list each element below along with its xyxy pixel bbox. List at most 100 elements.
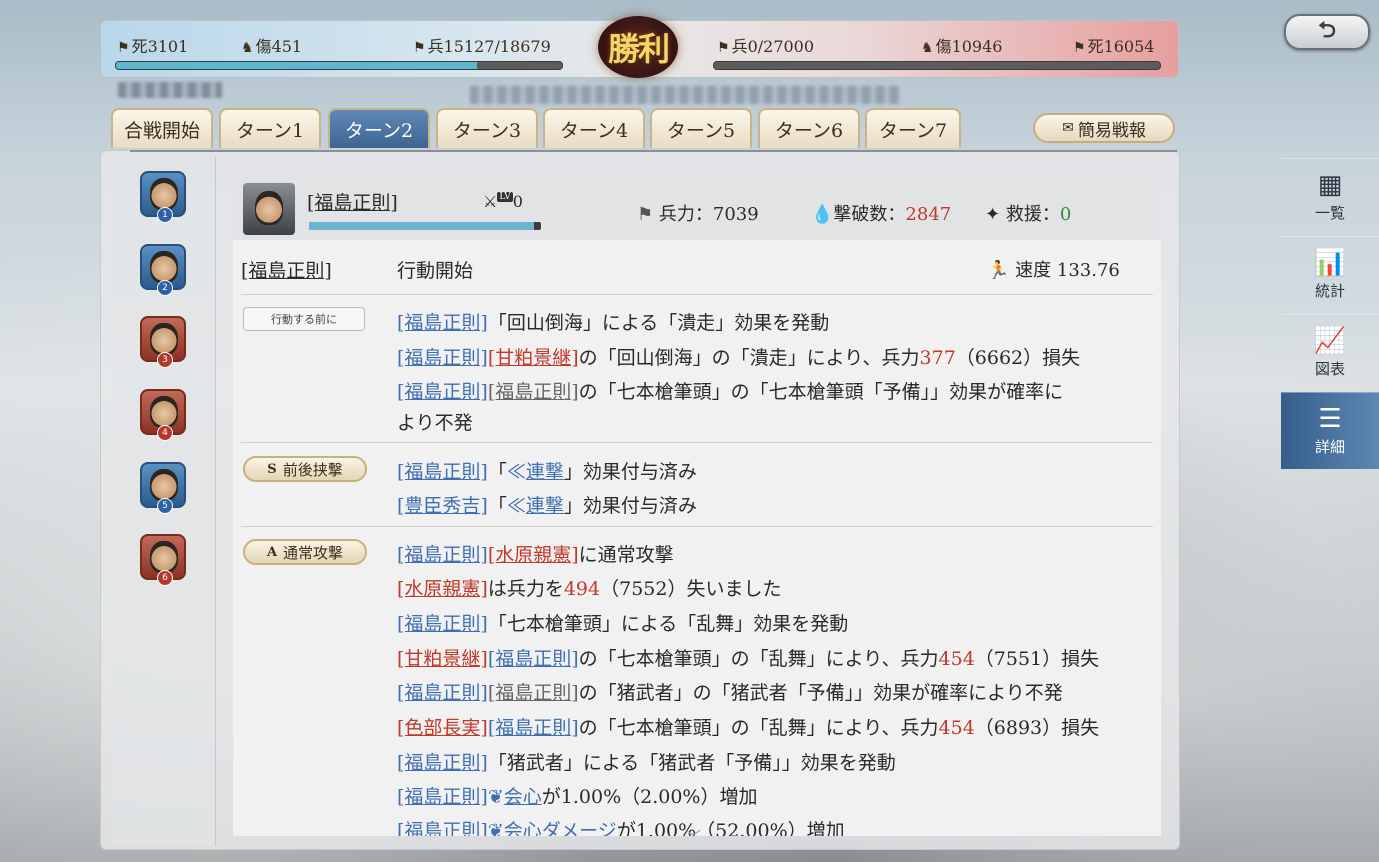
portrait-face [150,469,178,501]
enemy-injured: ♞ 傷10946 [921,33,1002,57]
tab-turn-5[interactable]: ターン5 [650,108,752,148]
unit-name[interactable]: [福島正則] [397,544,488,566]
tab-turn-3[interactable]: ターン3 [436,108,538,148]
log-line: [福島正則][甘粕景継]の「回山倒海」の「潰走」により、兵力377（6662）損… [397,343,1080,370]
section-before-action: 行動する前に [243,307,365,331]
log-line: [福島正則][福島正則]の「七本槍筆頭」の「七本槍筆頭「予備」」効果が確率に [397,377,1063,404]
sidebar-item-statistics[interactable]: 📊 統計 [1281,236,1379,313]
status-effect-name[interactable]: 連撃 [526,461,564,483]
s-rank-icon: S [267,461,277,477]
unit-portrait-5[interactable]: 5 [140,462,186,514]
unit-name[interactable]: [福島正則] [397,347,488,369]
unit-name[interactable]: [福島正則] [397,820,488,836]
log-text: は兵力を [487,578,564,600]
log-text: 」効果付与済み [563,495,697,517]
damage-value: 377 [919,347,956,369]
tab-turn-7[interactable]: ターン7 [865,108,961,148]
enemy-unit-name[interactable]: [水原親憲] [397,578,488,600]
portrait-number: 6 [157,570,173,586]
unit-name[interactable]: [福島正則] [397,682,488,704]
unit-header-portrait [243,183,295,235]
mail-icon: ✉ [1062,120,1074,136]
unit-name[interactable]: [福島正則] [397,461,488,483]
back-arrow-icon: ⮌ [1318,17,1336,43]
damage-value: 494 [563,578,601,600]
unit-portrait-1[interactable]: 1 [140,171,186,223]
tab-turn-1[interactable]: ターン1 [219,108,321,148]
rescue-value: 0 [1059,204,1072,225]
log-text: 「猪武者」による「猪武者「予備」」効果を発動 [487,752,896,774]
log-text: （6662）損失 [955,347,1081,369]
enemy-unit-name[interactable]: [甘粕景継] [488,347,579,369]
status-effect-name[interactable]: 連撃 [526,495,564,517]
log-line: [福島正則][水原親憲]に通常攻撃 [397,540,674,567]
unit-hp-bar [309,222,541,230]
blurred-ally-name [118,82,222,98]
ally-injured: ♞ 傷451 [241,33,302,57]
log-content[interactable]: [福島正則] ⚔ LV 0 ⚑ 兵力：7039 💧撃破数：2847 ✦ 救援：0 [… [233,176,1161,836]
status-effect-name[interactable]: 会心 [504,786,542,808]
enemy-unit-name[interactable]: [甘粕景継] [397,648,488,670]
unit-name[interactable]: [福島正則] [397,786,488,808]
portrait-number: 4 [157,425,173,441]
injured-icon: ♞ [921,40,934,56]
log-text: に通常攻撃 [578,544,674,566]
tab-battle-start[interactable]: 合戦開始 [111,108,213,148]
enemy-unit-name[interactable]: [色部長実] [397,717,488,739]
troops-icon: ⚑ [413,40,426,56]
status-effect-name[interactable]: 会心ダメージ [504,820,617,836]
unit-name[interactable]: [福島正則] [397,613,488,635]
unit-name[interactable]: [福島正則] [397,752,488,774]
simple-report-button[interactable]: ✉ 簡易戦報 [1033,113,1175,143]
unit-hp-bar-fill [309,222,535,230]
enemy-dead-value: 死16054 [1087,37,1155,56]
enemy-unit-name[interactable]: [水原親憲] [488,544,579,566]
runner-icon: 🏃 [987,260,1010,281]
enemy-troop-bar [713,61,1161,70]
ally-injured-value: 傷451 [255,37,303,56]
critical-icon: ❦ [487,786,504,808]
unit-portrait-2[interactable]: 2 [140,244,186,296]
unit-name[interactable]: [福島正則] [397,312,488,334]
unit-name[interactable]: [福島正則] [488,381,579,403]
blood-drop-icon: 💧 [811,204,834,225]
unit-portrait-3[interactable]: 3 [140,316,186,368]
troops-stat: ⚑ 兵力：7039 [637,200,759,226]
sidebar-item-charts[interactable]: 📈 図表 [1281,314,1379,391]
lv-badge: LV [497,192,513,202]
portrait-number: 3 [157,352,173,368]
action-unit-name[interactable]: [福島正則] [241,256,332,283]
unit-name[interactable]: [福島正則] [488,648,579,670]
tab-turn-6[interactable]: ターン6 [758,108,860,148]
tab-turn-2[interactable]: ターン2 [328,108,430,148]
unit-portrait-6[interactable]: 6 [140,534,186,586]
enemy-dead: ⚑ 死16054 [1073,33,1154,57]
unit-name[interactable]: [福島正則] [488,717,579,739]
bar-chart-icon: 📊 [1313,247,1347,278]
portrait-number: 1 [157,207,173,223]
damage-value: 454 [938,717,975,739]
simple-report-label: 簡易戦報 [1077,120,1146,141]
unit-name[interactable]: [福島正則] [488,682,579,704]
unit-name[interactable]: [福島正則] [397,381,488,403]
damage-value: 454 [938,648,975,670]
unit-header-name[interactable]: [福島正則] [307,188,398,215]
spear-icon: ⚔ [483,192,498,211]
log-text: の「七本槍筆頭」の「七本槍筆頭「予備」」効果が確率に [578,381,1064,403]
unit-portrait-4[interactable]: 4 [140,389,186,441]
log-text: 「 [487,495,507,517]
sidebar-item-overview[interactable]: ▦ 一覧 [1281,158,1379,235]
sidebar-item-label: 詳細 [1314,437,1345,456]
section-normal-label: 通常攻撃 [283,543,344,562]
unit-level: ⚔ LV 0 [483,192,523,211]
grid-icon: ▦ [1317,169,1343,200]
troops-value: 7039 [712,204,759,225]
back-button[interactable]: ⮌ [1284,14,1370,50]
tab-turn-4[interactable]: ターン4 [543,108,645,148]
portrait-number: 2 [157,280,173,296]
portrait-face [150,541,178,573]
unit-name[interactable]: [豊臣秀吉] [397,495,488,517]
sidebar-item-details[interactable]: ☰ 詳細 [1281,392,1379,469]
divider [241,442,1153,443]
scroll-down-chevron-icon[interactable]: ﹀ [685,824,701,848]
